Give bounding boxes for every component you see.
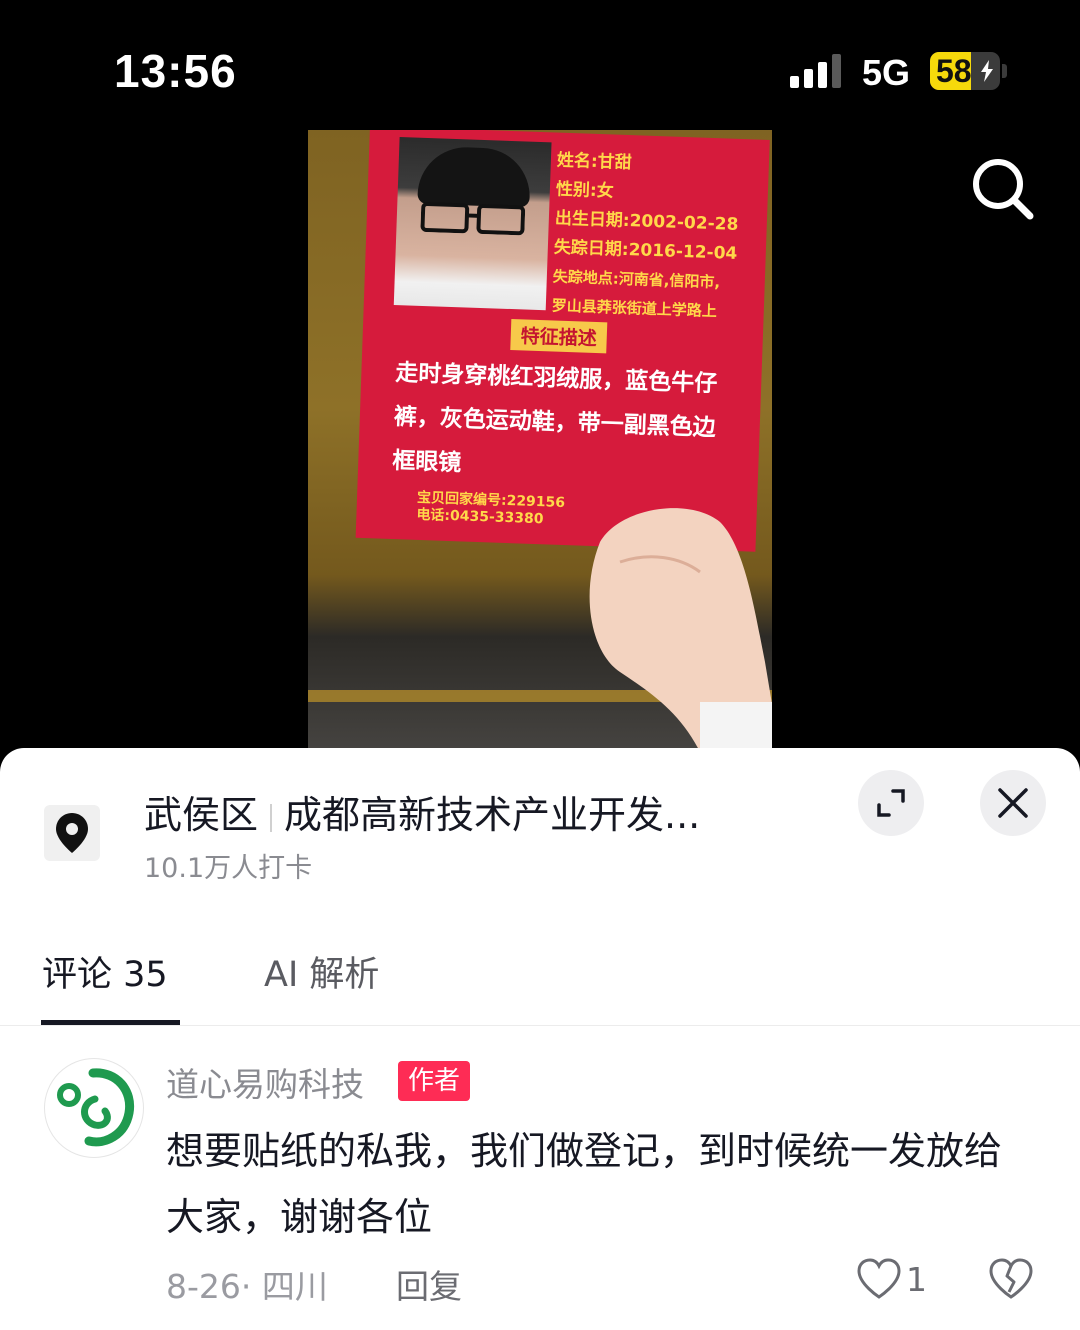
status-time: 13:56 — [114, 45, 237, 97]
comment-sheet: 武侯区 成都高新技术产业开发... 10.1万人打卡 评论 35 AI 解析 道心… — [0, 748, 1080, 1330]
location-checkins: 10.1万人打卡 — [144, 853, 313, 884]
search-icon — [973, 159, 1034, 220]
poster-footer: 宝贝回家编号:229156 电话:0435-33380 — [416, 490, 565, 529]
comment-text: 想要贴纸的私我，我们做登记，到时候统一发放给大家，谢谢各位 — [166, 1129, 1003, 1239]
tab-comments[interactable]: 评论 35 — [42, 946, 168, 997]
brand-logo-icon — [57, 1068, 135, 1147]
like-button[interactable] — [856, 1258, 902, 1304]
broken-heart-icon — [989, 1258, 1033, 1299]
comment-meta: 8-26· 四川 — [166, 1267, 328, 1306]
poster-photo — [393, 137, 552, 311]
poster-feature-label: 特征描述 — [510, 319, 608, 354]
heart-icon — [857, 1258, 901, 1299]
video-player[interactable]: 姓名:甘甜 性别:女 出生日期:2002-02-28 失踪日期:2016-12-… — [308, 130, 772, 748]
battery-level: 58 — [936, 53, 972, 89]
author-badge: 作者 — [398, 1061, 471, 1101]
close-button[interactable] — [980, 770, 1046, 836]
hand-image — [589, 508, 772, 748]
comment-username[interactable]: 道心易购科技 — [166, 1058, 364, 1106]
divider — [0, 1025, 1080, 1026]
like-count: 1 — [906, 1260, 927, 1299]
reply-button[interactable]: 回复 — [396, 1260, 462, 1308]
search-button[interactable] — [968, 154, 1038, 224]
location-district: 武侯区 — [144, 793, 259, 837]
location-title[interactable]: 武侯区 成都高新技术产业开发... — [144, 784, 700, 839]
signal-icon — [790, 54, 841, 88]
dislike-button[interactable] — [988, 1258, 1034, 1304]
charging-bolt-icon — [981, 60, 993, 82]
expand-button[interactable] — [858, 770, 924, 836]
avatar[interactable] — [44, 1058, 144, 1158]
poster-feature-text: 走时身穿桃红羽绒服，蓝色牛仔裤，灰色运动鞋，带一副黑色边框眼镜 — [391, 360, 718, 477]
network-type: 5G — [862, 52, 911, 93]
location-pin-icon — [56, 813, 88, 853]
poster-info: 姓名:甘甜 性别:女 出生日期:2002-02-28 失踪日期:2016-12-… — [551, 147, 741, 327]
close-icon — [998, 788, 1028, 818]
tab-ai-analysis[interactable]: AI 解析 — [264, 946, 379, 997]
location-place: 成都高新技术产业开发... — [284, 793, 701, 837]
battery-icon: 58 — [930, 52, 1000, 90]
missing-person-poster: 姓名:甘甜 性别:女 出生日期:2002-02-28 失踪日期:2016-12-… — [355, 130, 770, 552]
expand-icon — [877, 789, 905, 817]
location-pin[interactable] — [44, 805, 100, 861]
